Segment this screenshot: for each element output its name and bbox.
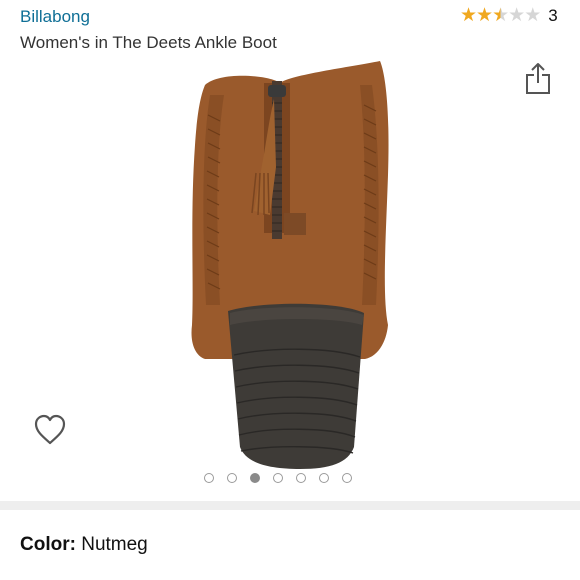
carousel-dot[interactable]	[250, 473, 260, 483]
carousel-dot[interactable]	[227, 473, 237, 483]
product-image	[191, 61, 389, 469]
wishlist-heart-icon[interactable]	[33, 413, 67, 447]
rating[interactable]: ★ ★ ★ ★ ★ 3	[460, 5, 558, 27]
rating-count[interactable]: 3	[548, 6, 557, 26]
color-label: Color:	[20, 534, 82, 555]
star-icon: ★	[508, 5, 526, 26]
star-icon: ★	[476, 5, 494, 26]
star-icon: ★	[524, 5, 542, 26]
star-icon: ★	[460, 5, 478, 26]
section-divider	[0, 501, 580, 510]
product-brand-link[interactable]: Billabong	[20, 7, 90, 27]
carousel-dot[interactable]	[204, 473, 214, 483]
star-icon: ★	[492, 5, 510, 26]
image-carousel-dots[interactable]	[204, 473, 352, 483]
color-selection: Color: Nutmeg	[20, 534, 148, 556]
carousel-dot[interactable]	[296, 473, 306, 483]
product-title: Women's in The Deets Ankle Boot	[20, 33, 277, 52]
carousel-dot[interactable]	[273, 473, 283, 483]
color-value: Nutmeg	[81, 534, 148, 555]
product-image-area[interactable]	[0, 55, 580, 495]
carousel-dot[interactable]	[342, 473, 352, 483]
carousel-dot[interactable]	[319, 473, 329, 483]
